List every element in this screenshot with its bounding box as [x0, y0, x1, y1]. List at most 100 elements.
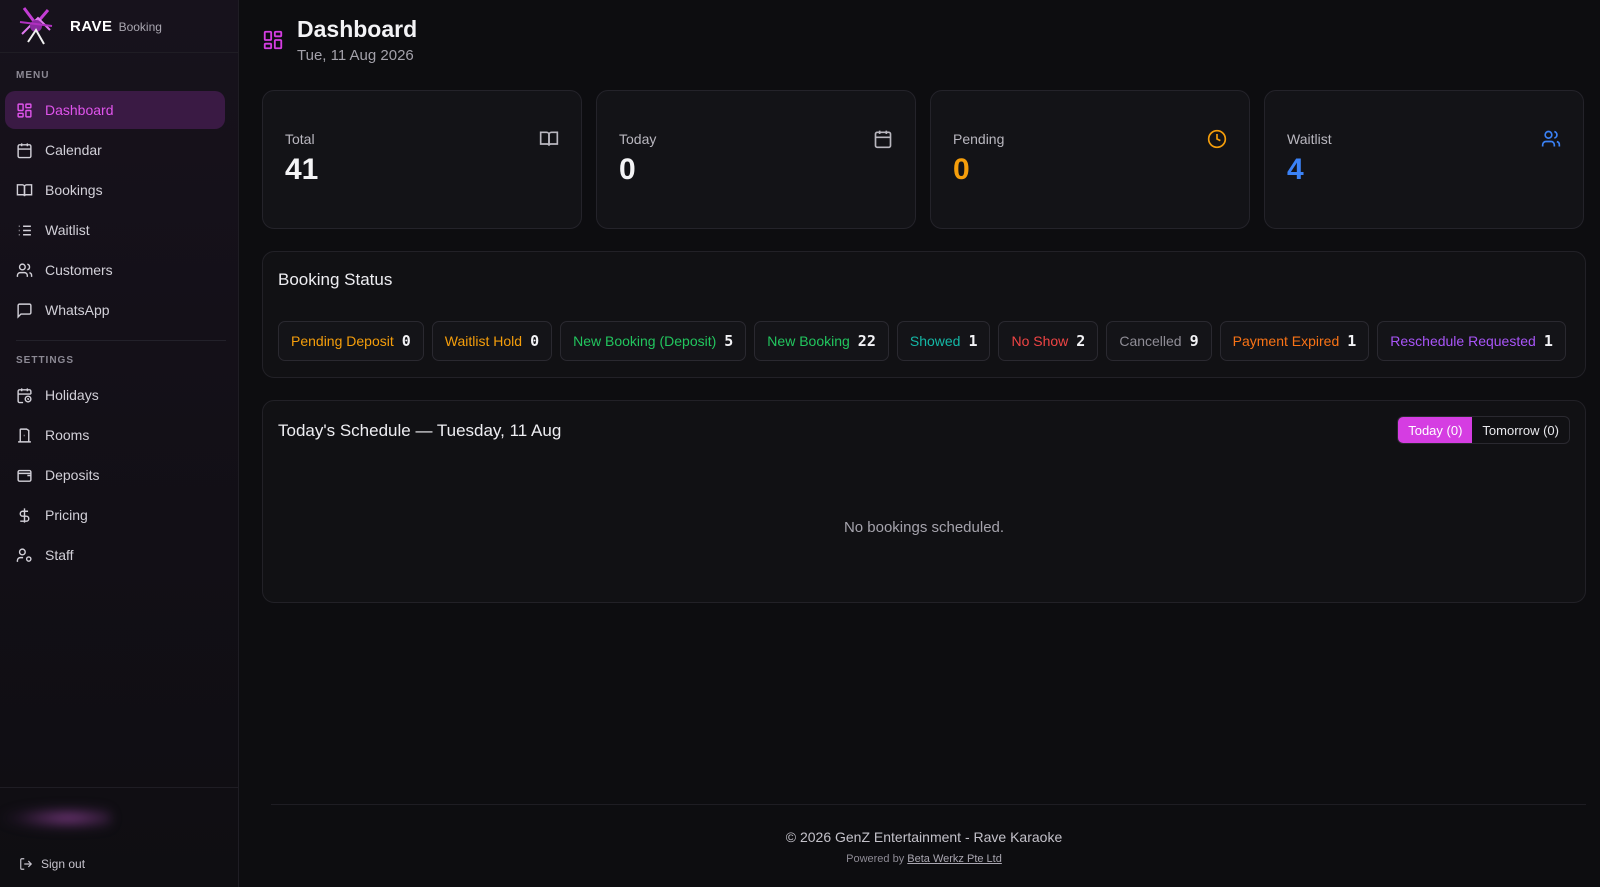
brand-sub: Booking [118, 20, 162, 34]
booking-status-panel: Booking Status Pending Deposit 0 Waitlis… [262, 251, 1586, 378]
sidebar-item-label: Dashboard [45, 102, 114, 118]
sidebar-item-label: Calendar [45, 142, 102, 158]
page-title: Dashboard [297, 16, 418, 42]
status-chip-label: New Booking [767, 333, 850, 349]
calendar-clock-icon [17, 387, 32, 403]
sidebar-item-label: Customers [45, 262, 113, 278]
status-chip-new-booking-deposit[interactable]: New Booking (Deposit) 5 [560, 321, 747, 361]
sidebar-item-deposits[interactable]: Deposits [5, 456, 225, 494]
page-header: Dashboard Tue, 11 Aug 2026 [262, 14, 417, 64]
stat-value: 0 [953, 153, 970, 186]
status-chip-pending-deposit[interactable]: Pending Deposit 0 [278, 321, 424, 361]
stat-card-pending: Pending 0 [930, 90, 1250, 229]
sidebar-item-holidays[interactable]: Holidays [5, 376, 225, 414]
message-icon [17, 302, 32, 319]
menu-nav: Dashboard Calendar Bookings Waitlist Cus… [0, 91, 238, 329]
users-icon [1541, 130, 1561, 147]
status-chip-new-booking[interactable]: New Booking 22 [754, 321, 889, 361]
calendar-icon [874, 130, 892, 149]
stat-value: 0 [619, 153, 636, 186]
brand[interactable]: RAVE Booking [0, 0, 238, 53]
sidebar-item-customers[interactable]: Customers [5, 251, 225, 289]
dollar-icon [19, 507, 30, 523]
users-icon [16, 262, 33, 277]
status-chip-label: Waitlist Hold [444, 333, 523, 349]
divider [16, 340, 226, 341]
calendar-icon [17, 142, 32, 158]
book-icon [16, 183, 33, 196]
stat-card-today: Today 0 [596, 90, 916, 229]
status-chip-count: 0 [530, 332, 540, 350]
sidebar-item-rooms[interactable]: Rooms [5, 416, 225, 454]
sidebar-item-label: Bookings [45, 182, 103, 198]
sidebar-item-staff[interactable]: Staff [5, 536, 225, 574]
sidebar-item-waitlist[interactable]: Waitlist [5, 211, 225, 249]
status-chips: Pending Deposit 0 Waitlist Hold 0 New Bo… [278, 321, 1574, 361]
door-icon [18, 427, 31, 443]
status-chip-payment-expired[interactable]: Payment Expired 1 [1219, 321, 1370, 361]
status-chip-count: 1 [1543, 332, 1553, 350]
stat-value: 41 [285, 153, 319, 186]
sidebar-item-pricing[interactable]: Pricing [5, 496, 225, 534]
status-chip-count: 2 [1076, 332, 1086, 350]
stat-label: Waitlist [1287, 131, 1332, 147]
user-cog-icon [16, 547, 32, 562]
sign-out-button[interactable]: Sign out [19, 857, 85, 871]
status-chip-count: 22 [857, 332, 876, 350]
booking-status-title: Booking Status [278, 270, 393, 289]
status-chip-count: 0 [401, 332, 411, 350]
sidebar: RAVE Booking MENU Dashboard Calendar Boo… [0, 0, 239, 887]
status-chip-label: New Booking (Deposit) [573, 333, 717, 349]
stat-label: Pending [953, 131, 1005, 147]
status-chip-count: 5 [724, 332, 734, 350]
status-chip-label: Showed [909, 333, 961, 349]
footer-copyright: © 2026 GenZ Entertainment - Rave Karaoke [785, 829, 1063, 845]
powered-link[interactable]: Beta Werkz Pte Ltd [907, 853, 1002, 865]
stat-cards: Total 41 Today 0 Pending 0 Waitlist 4 [262, 90, 1586, 229]
stat-label: Total [285, 131, 315, 147]
sidebar-item-dashboard[interactable]: Dashboard [5, 91, 225, 129]
stat-card-waitlist: Waitlist 4 [1264, 90, 1584, 229]
status-chip-label: Pending Deposit [291, 333, 394, 349]
stat-card-total: Total 41 [262, 90, 582, 229]
clock-icon [1207, 129, 1227, 149]
status-chip-count: 1 [968, 332, 978, 350]
sidebar-item-calendar[interactable]: Calendar [5, 131, 225, 169]
status-chip-reschedule-requested[interactable]: Reschedule Requested 1 [1377, 321, 1566, 361]
sidebar-item-label: Deposits [45, 467, 100, 483]
log-out-icon [20, 858, 33, 870]
avatar [2, 806, 112, 830]
dashboard-icon [263, 30, 283, 50]
status-chip-label: No Show [1011, 333, 1069, 349]
tab-tomorrow[interactable]: Tomorrow (0) [1472, 417, 1569, 443]
status-chip-waitlist-hold[interactable]: Waitlist Hold 0 [431, 321, 553, 361]
sidebar-item-label: Staff [45, 547, 74, 563]
status-chip-count: 1 [1347, 332, 1357, 350]
schedule-day-toggle: Today (0) Tomorrow (0) [1397, 416, 1570, 444]
tab-today[interactable]: Today (0) [1398, 417, 1473, 443]
menu-section-label: MENU [16, 70, 50, 81]
stat-value: 4 [1287, 153, 1304, 186]
status-chip-no-show[interactable]: No Show 2 [998, 321, 1099, 361]
status-chip-cancelled[interactable]: Cancelled 9 [1106, 321, 1212, 361]
settings-nav: Holidays Rooms Deposits Pricing Staff [0, 376, 238, 574]
book-open-icon [539, 131, 559, 146]
sidebar-item-label: WhatsApp [45, 302, 110, 318]
sidebar-item-bookings[interactable]: Bookings [5, 171, 225, 209]
sidebar-item-label: Waitlist [45, 222, 90, 238]
sidebar-item-label: Rooms [45, 427, 90, 443]
status-chip-showed[interactable]: Showed 1 [896, 321, 991, 361]
brand-name: RAVE [70, 17, 113, 35]
dashboard-icon [17, 102, 32, 118]
powered-prefix: Powered by [846, 853, 905, 865]
status-chip-count: 9 [1189, 332, 1199, 350]
sidebar-item-label: Pricing [45, 507, 88, 523]
wallet-icon [17, 469, 32, 482]
status-chip-label: Payment Expired [1232, 333, 1340, 349]
sidebar-item-label: Holidays [45, 387, 99, 403]
list-icon [18, 225, 31, 235]
sign-out-label: Sign out [41, 857, 86, 871]
stat-label: Today [619, 131, 657, 147]
status-chip-label: Cancelled [1119, 333, 1182, 349]
sidebar-item-whatsapp[interactable]: WhatsApp [5, 291, 225, 329]
